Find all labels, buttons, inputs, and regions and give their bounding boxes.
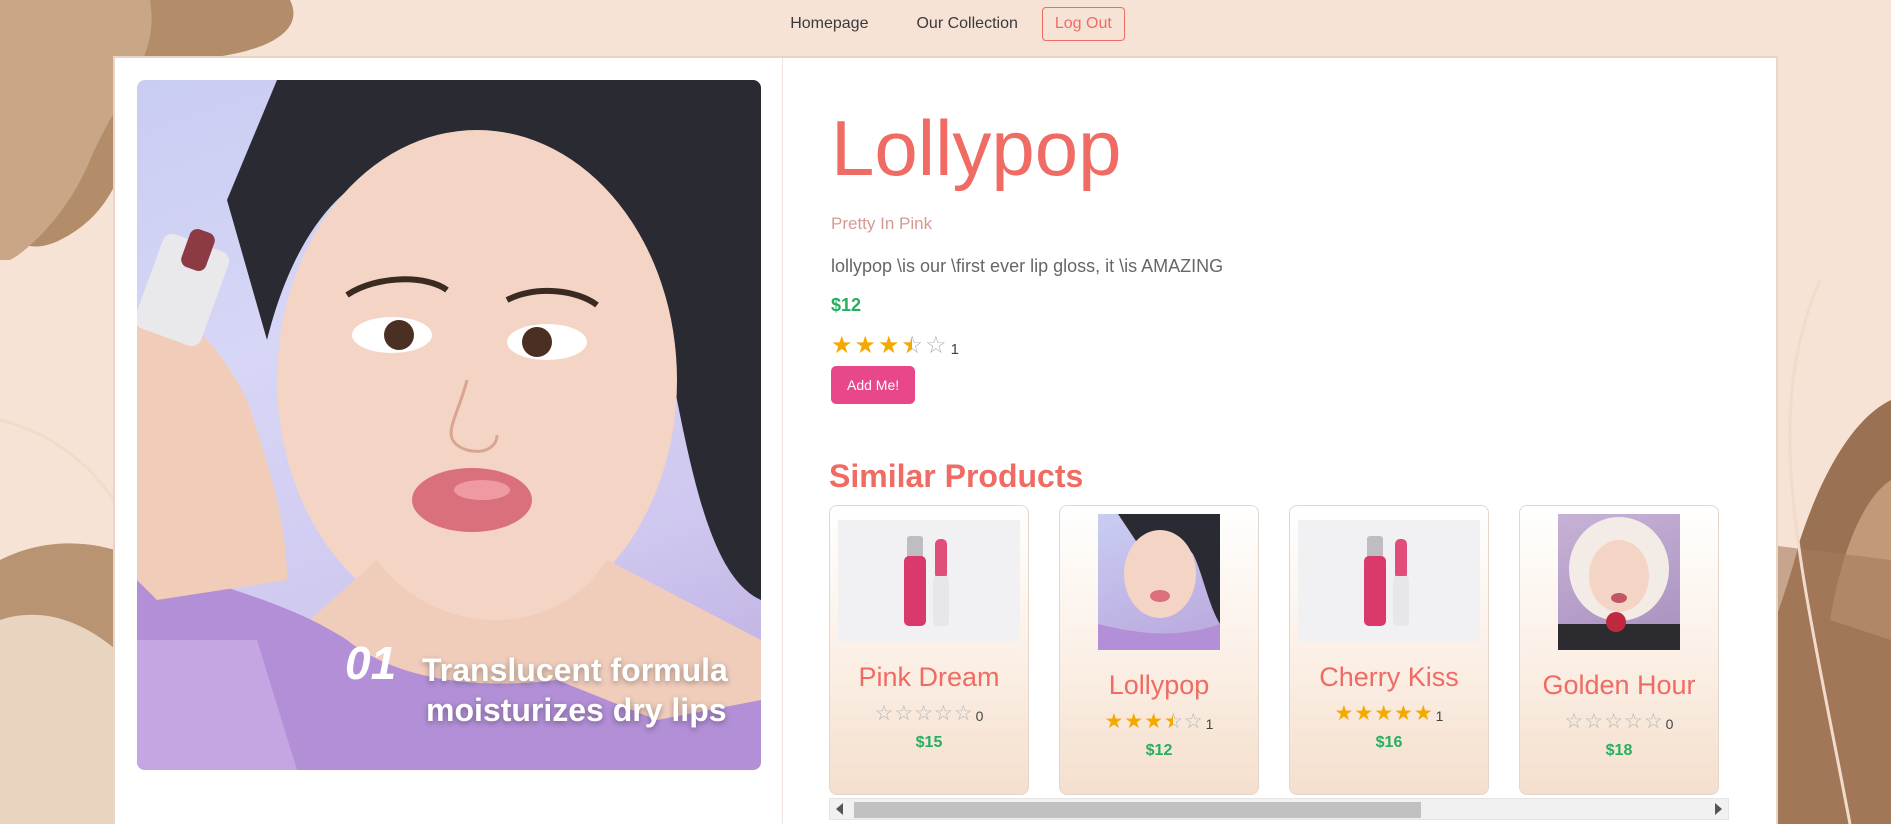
similar-product-card[interactable]: Cherry Kiss ★ ★ ★ ★ ★ 1 $16: [1289, 505, 1489, 795]
similar-product-card[interactable]: Pink Dream ☆ ☆ ☆ ☆ ☆ 0 $15: [829, 505, 1029, 795]
hero-caption: Translucent formula moisturizes dry lips: [342, 650, 728, 730]
empty-star-icon: ☆: [894, 702, 914, 725]
similar-product-card[interactable]: Golden Hour ☆ ☆ ☆ ☆ ☆ 0 $18: [1519, 505, 1719, 795]
empty-star-icon: ☆: [1584, 710, 1604, 733]
product-detail-card: 0 1 Translucent formula moisturizes dry l…: [113, 56, 1778, 824]
similar-product-price: $15: [915, 734, 943, 751]
star-icon: ★: [1394, 702, 1413, 725]
similar-product-price: $18: [1605, 742, 1633, 759]
half-star-icon: ☆: [1164, 711, 1183, 732]
lip-gloss-icon: [1364, 536, 1409, 626]
hero-caption-line-2: moisturizes dry lips: [426, 692, 727, 728]
column-divider: [782, 58, 783, 824]
rating-count: 1: [1435, 708, 1444, 724]
product-title: Lollypop: [831, 104, 1122, 192]
scroll-left-icon[interactable]: [836, 803, 843, 815]
rating-count: 0: [975, 708, 984, 724]
lip-gloss-image: [838, 520, 1020, 642]
carousel-scrollbar[interactable]: [829, 798, 1729, 820]
similar-product-name: Lollypop: [1108, 670, 1210, 700]
similar-product-card[interactable]: Lollypop ★ ★ ★ ☆ ☆ 1 $12: [1059, 505, 1259, 795]
similar-product-name: Golden Hour: [1542, 670, 1696, 700]
rating-count: 1: [1205, 716, 1214, 732]
logout-button[interactable]: Log Out: [1041, 6, 1125, 41]
scroll-right-icon[interactable]: [1715, 803, 1722, 815]
product-collection: Pretty In Pink: [831, 214, 933, 233]
hero-caption-line-1: Translucent formula: [422, 652, 728, 688]
lip-gloss-icon: [904, 536, 949, 626]
star-icon: ★: [1334, 702, 1354, 725]
empty-star-icon: ☆: [874, 702, 894, 725]
similar-products-heading: Similar Products: [829, 458, 1084, 494]
top-navigation: Homepage Our Collection Log Out: [0, 0, 1891, 47]
empty-star-icon: ☆: [1564, 710, 1584, 733]
similar-product-price: $16: [1375, 734, 1403, 751]
empty-star-icon: ☆: [1604, 710, 1624, 733]
model-portrait-hood-icon: [1558, 517, 1680, 650]
similar-product-rating: ★ ★ ★ ☆ ☆ 1: [1105, 711, 1214, 732]
similar-product-name: Cherry Kiss: [1319, 662, 1459, 692]
empty-star-icon: ☆: [925, 332, 947, 359]
empty-star-icon: ☆: [1624, 710, 1643, 733]
similar-product-price: $12: [1145, 742, 1173, 759]
product-details: Lollypop Pretty In Pink lollypop \is our…: [831, 98, 1751, 404]
similar-product-rating: ☆ ☆ ☆ ☆ ☆ 0: [875, 703, 984, 724]
product-price: $12: [831, 295, 862, 315]
empty-star-icon: ☆: [914, 702, 934, 725]
nav-homepage-link[interactable]: Homepage: [766, 7, 892, 41]
product-rating: ★ ★ ★ ☆ ☆ 1: [831, 332, 1751, 359]
nav-collection-link[interactable]: Our Collection: [892, 7, 1041, 41]
star-icon: ★: [831, 332, 853, 359]
star-icon: ★: [1374, 702, 1394, 725]
star-icon: ★: [1413, 702, 1433, 725]
empty-star-icon: ☆: [1643, 710, 1663, 733]
star-icon: ★: [1354, 702, 1374, 725]
star-icon: ★: [1104, 710, 1124, 733]
star-icon: ★: [854, 332, 877, 359]
model-portrait-icon: [1098, 514, 1220, 650]
model-portrait-image: [1098, 514, 1220, 650]
similar-product-rating: ★ ★ ★ ★ ★ 1: [1335, 703, 1444, 724]
rating-count: 0: [1665, 716, 1674, 732]
empty-star-icon: ☆: [953, 702, 973, 725]
product-hero-image: 01 Translucent formula moisturizes dry l…: [137, 80, 761, 770]
model-portrait-image: [1558, 514, 1680, 650]
scrollbar-thumb[interactable]: [854, 802, 1421, 818]
product-description: lollypop \is our \first ever lip gloss, …: [831, 256, 1224, 276]
similar-products-carousel: Pink Dream ☆ ☆ ☆ ☆ ☆ 0 $15 Lollypop ★ ★ …: [829, 505, 1729, 795]
empty-star-icon: ☆: [934, 702, 953, 725]
add-to-cart-button[interactable]: Add Me!: [831, 366, 916, 404]
empty-star-icon: ☆: [1183, 710, 1203, 733]
star-icon: ★: [1124, 710, 1144, 733]
star-icon: ★: [1144, 710, 1164, 733]
lip-gloss-image: [1298, 520, 1480, 642]
similar-product-name: Pink Dream: [858, 662, 1000, 692]
star-icon: ★: [878, 332, 900, 359]
similar-product-rating: ☆ ☆ ☆ ☆ ☆ 0: [1565, 711, 1674, 732]
rating-count: 1: [950, 341, 959, 358]
half-star-icon: ☆: [902, 334, 924, 359]
